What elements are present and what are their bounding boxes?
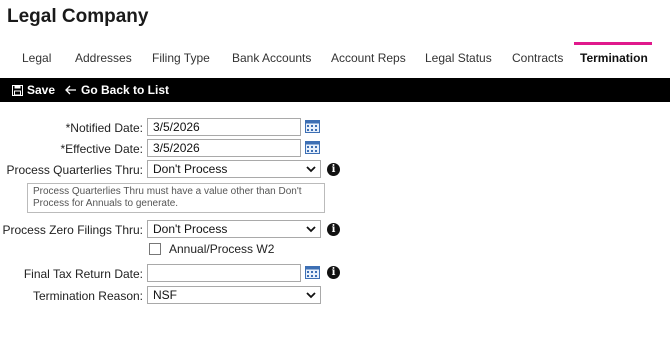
go-back-button[interactable]: Go Back to List xyxy=(65,78,169,102)
tab-bank-accounts[interactable]: Bank Accounts xyxy=(232,42,311,74)
termination-reason-label: Termination Reason: xyxy=(32,289,143,303)
annual-process-w2-label: Annual/Process W2 xyxy=(169,242,275,256)
process-zero-filings-label: Process Zero Filings Thru: xyxy=(2,223,144,237)
toolbar: Save Go Back to List xyxy=(0,78,670,102)
tab-filing-type[interactable]: Filing Type xyxy=(152,42,210,74)
process-zero-filings-value: Don't Process xyxy=(153,222,228,236)
calendar-icon[interactable] xyxy=(305,265,320,279)
info-icon[interactable]: i xyxy=(327,163,340,176)
page-title: Legal Company xyxy=(7,6,149,27)
tab-termination[interactable]: Termination xyxy=(574,42,652,74)
tab-legal[interactable]: Legal xyxy=(22,42,51,74)
notified-date-field[interactable] xyxy=(147,118,301,136)
process-quarterlies-select[interactable]: Don't Process xyxy=(147,160,321,178)
save-icon xyxy=(12,84,23,96)
effective-date-label: *Effective Date: xyxy=(60,142,144,156)
tab-addresses[interactable]: Addresses xyxy=(75,42,132,74)
save-label: Save xyxy=(27,83,56,97)
final-tax-return-date-field[interactable] xyxy=(147,264,301,282)
termination-reason-value: NSF xyxy=(153,288,177,302)
chevron-down-icon xyxy=(306,292,316,299)
info-icon[interactable]: i xyxy=(327,266,340,279)
tab-account-reps[interactable]: Account Reps xyxy=(331,42,406,74)
process-zero-filings-select[interactable]: Don't Process xyxy=(147,220,321,238)
tab-legal-status[interactable]: Legal Status xyxy=(425,42,492,74)
tab-bar: Legal Addresses Filing Type Bank Account… xyxy=(0,42,670,74)
process-quarterlies-hint: Process Quarterlies Thru must have a val… xyxy=(27,183,325,213)
process-quarterlies-label: Process Quarterlies Thru: xyxy=(6,163,144,177)
calendar-icon[interactable] xyxy=(305,140,320,154)
info-icon[interactable]: i xyxy=(327,223,340,236)
annual-process-w2-checkbox[interactable] xyxy=(149,243,161,255)
chevron-down-icon xyxy=(306,226,316,233)
tab-contracts[interactable]: Contracts xyxy=(512,42,563,74)
arrow-left-icon xyxy=(65,85,76,95)
process-quarterlies-value: Don't Process xyxy=(153,162,228,176)
chevron-down-icon xyxy=(306,166,316,173)
go-back-label: Go Back to List xyxy=(81,83,170,97)
final-tax-return-date-label: Final Tax Return Date: xyxy=(23,267,143,281)
termination-reason-select[interactable]: NSF xyxy=(147,286,321,304)
calendar-icon[interactable] xyxy=(305,119,320,133)
save-button[interactable]: Save xyxy=(12,78,55,102)
effective-date-field[interactable] xyxy=(147,139,301,157)
notified-date-label: *Notified Date: xyxy=(65,121,143,135)
